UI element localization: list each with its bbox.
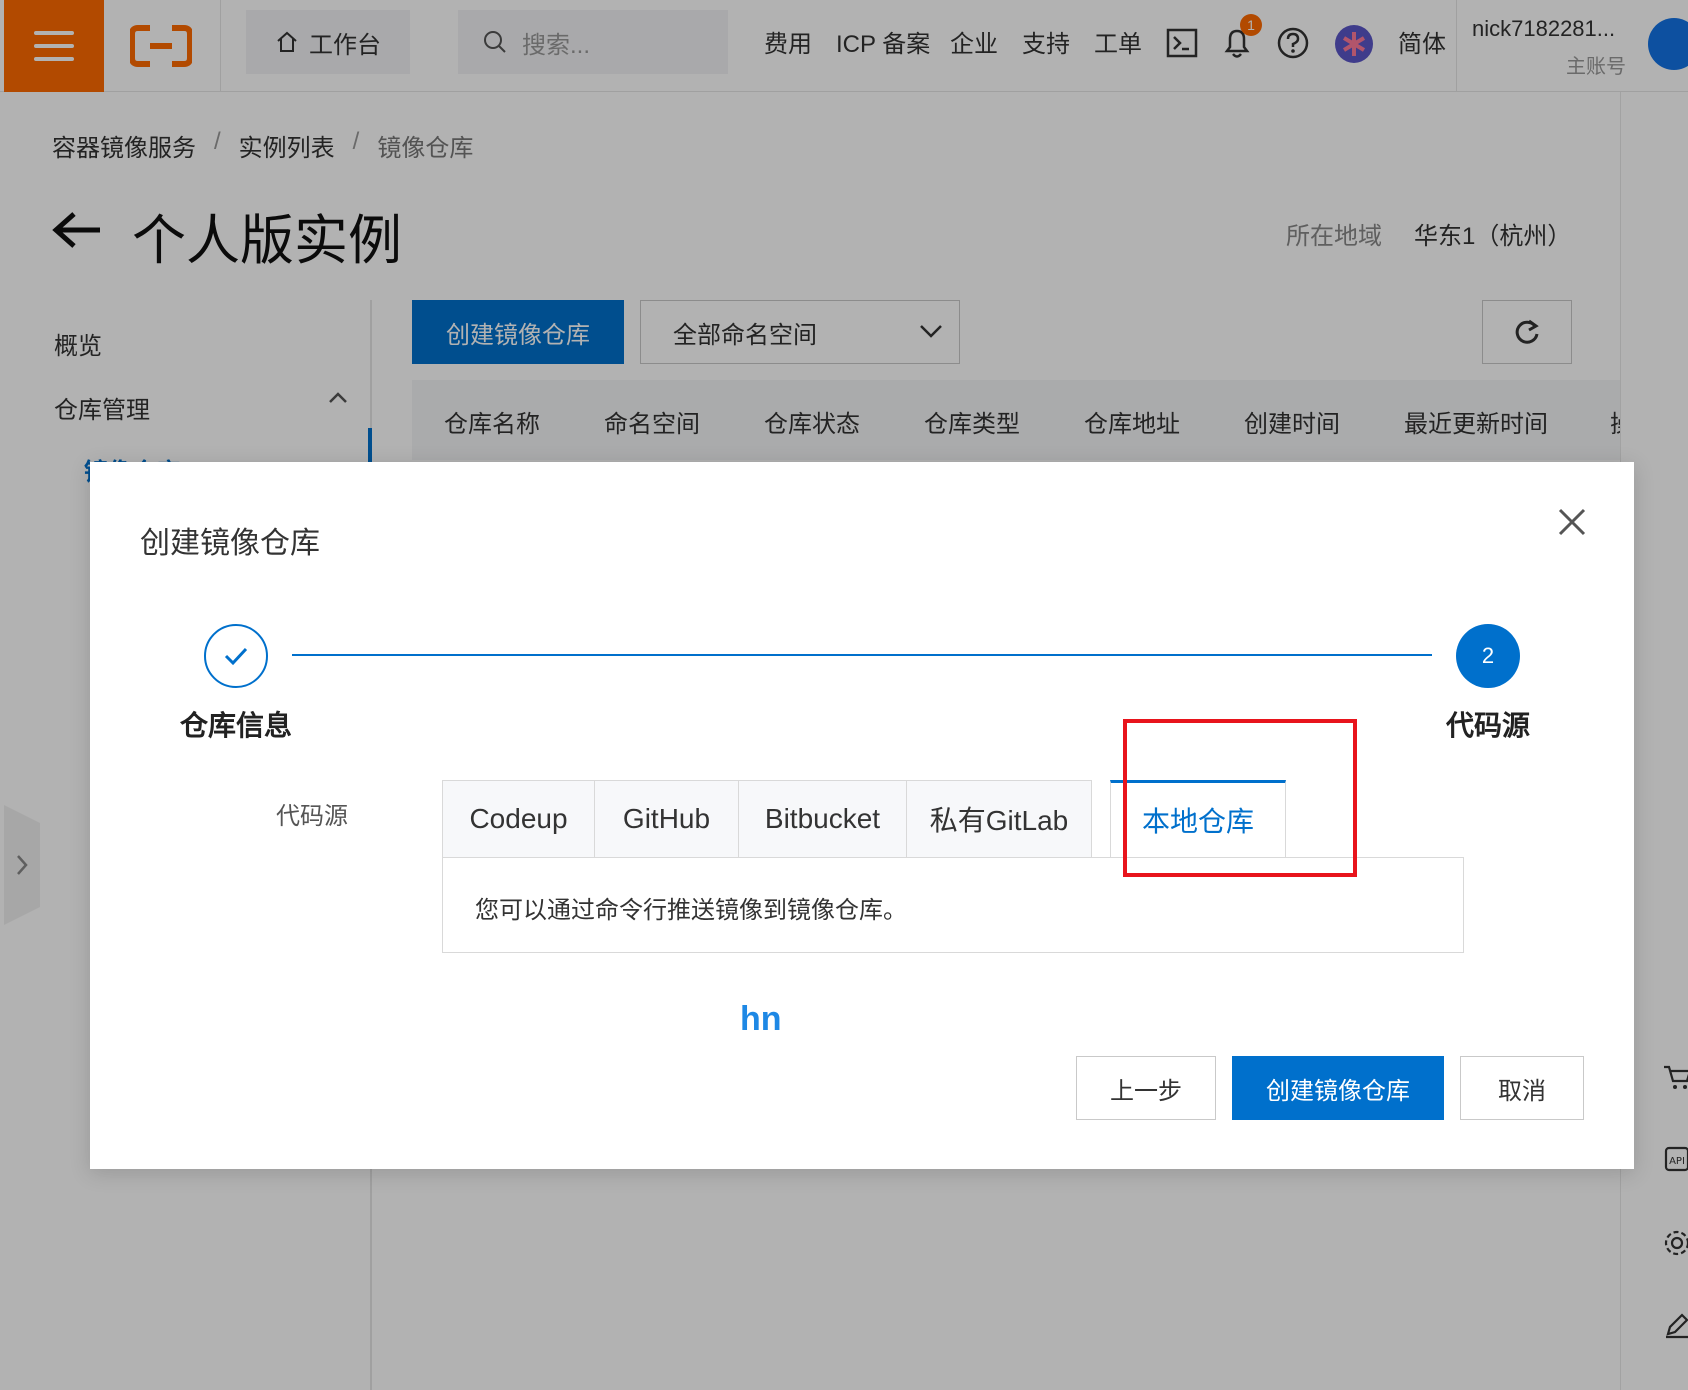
- tab-panel-description: 您可以通过命令行推送镜像到镜像仓库。: [475, 897, 907, 924]
- tab-github[interactable]: GitHub: [594, 780, 738, 858]
- check-icon: [224, 647, 248, 666]
- dialog-title: 创建镜像仓库: [140, 527, 320, 560]
- hint-text: hn: [740, 1000, 782, 1038]
- step-2-label: 代码源: [1446, 710, 1531, 741]
- highlight-annotation-box: [1123, 719, 1357, 877]
- tab-codeup[interactable]: Codeup: [442, 780, 594, 858]
- close-icon[interactable]: [1552, 502, 1592, 542]
- previous-step-button[interactable]: 上一步: [1076, 1056, 1216, 1120]
- step-1-label: 仓库信息: [180, 710, 293, 741]
- create-repo-submit-button[interactable]: 创建镜像仓库: [1232, 1056, 1444, 1120]
- step-2-indicator: 2: [1456, 624, 1520, 688]
- code-source-label: 代码源: [276, 803, 348, 830]
- create-repo-dialog: 创建镜像仓库 2 仓库信息 代码源 代码源 Codeup GitHub Bitb…: [90, 462, 1634, 1169]
- tab-bitbucket[interactable]: Bitbucket: [738, 780, 906, 858]
- step-1-indicator: [204, 624, 268, 688]
- cancel-button[interactable]: 取消: [1460, 1056, 1584, 1120]
- tab-private-gitlab[interactable]: 私有GitLab: [906, 780, 1092, 858]
- step-connector: [292, 654, 1432, 656]
